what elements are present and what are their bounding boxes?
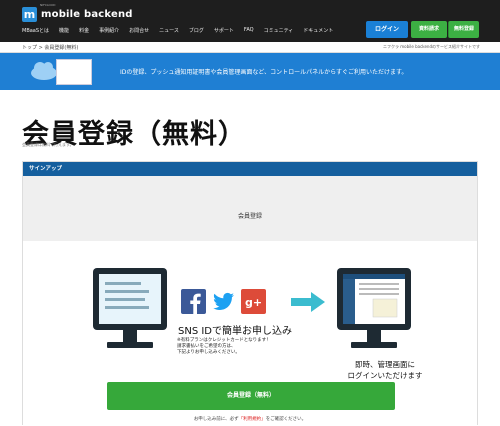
- nav-item-contact[interactable]: お問合せ: [129, 27, 149, 34]
- logo[interactable]: m mobile backend: [22, 7, 133, 22]
- logo-subtext: NIFCLOUD: [40, 3, 56, 7]
- payment-note: ※有料プランはクレジットカードとなります！ 請求書払いをご希望の方は、 下記より…: [177, 338, 317, 356]
- terms-suffix: をご確認ください。: [265, 417, 307, 422]
- dashboard-thumbnail: [56, 59, 92, 85]
- terms-notice: お申し込み前に、必ず「利用規約」をご確認ください。: [23, 416, 477, 422]
- terms-prefix: お申し込み前に、必ず: [193, 417, 239, 422]
- arrow-right-icon: [291, 292, 325, 312]
- page-subtitle: 会員登録は無料で行えます。: [22, 142, 74, 147]
- terms-link[interactable]: 「利用規約」: [239, 417, 266, 422]
- nav-item-features[interactable]: 機能: [59, 27, 69, 34]
- facebook-icon[interactable]: [181, 289, 206, 314]
- panel-body: 会員登録 g+ SNS IDで簡単お申し込み ※有料プランはクレジットカードとな…: [23, 176, 477, 426]
- instant-login-line: ログインいただけます: [347, 371, 423, 380]
- cloud-icon: [31, 62, 57, 80]
- google-plus-icon[interactable]: g+: [241, 289, 266, 314]
- nav-item-about[interactable]: MBaaSとは: [22, 27, 49, 34]
- login-button[interactable]: ログイン: [366, 21, 408, 38]
- main-nav: MBaaSとは 機能 料金 事例紹介 お問合せ ニュース ブログ サポート FA…: [22, 27, 333, 34]
- monitor-icon: [93, 268, 167, 348]
- banner-text: IDの登録、プッシュ通知用証明書や会員管理画面など、コントロールパネルからすぐご…: [120, 69, 408, 76]
- top-navigation: m mobile backend NIFCLOUD MBaaSとは 機能 料金 …: [0, 0, 500, 42]
- note-line[interactable]: 下記よりお申し込みください。: [177, 350, 317, 356]
- panel-header: サインアップ: [23, 162, 477, 176]
- panel-title: 会員登録: [237, 213, 262, 220]
- instant-login-text: 即時、管理画面に ログインいただけます: [335, 359, 435, 381]
- free-signup-button[interactable]: 無料登録: [448, 21, 479, 38]
- svg-text:g+: g+: [245, 296, 262, 309]
- nav-item-pricing[interactable]: 料金: [79, 27, 89, 34]
- logo-mark: m: [22, 7, 37, 22]
- twitter-icon[interactable]: [211, 289, 236, 314]
- social-icons: g+: [181, 289, 266, 314]
- nav-item-community[interactable]: コミュニティ: [264, 27, 294, 34]
- breadcrumb-bar: トップ > 会員登録(無料) ニフクラ mobile backendのサービス紹…: [0, 42, 500, 53]
- request-docs-button[interactable]: 資料請求: [411, 21, 447, 38]
- site-description: ニフクラ mobile backendのサービス紹介サイトです: [382, 44, 480, 49]
- instant-login-line: 即時、管理画面に: [355, 360, 415, 369]
- signup-panel: サインアップ 会員登録 g+ SNS IDで簡単お申し込み ※有料プランはクレジ…: [22, 161, 478, 426]
- nav-item-cases[interactable]: 事例紹介: [99, 27, 119, 34]
- nav-item-news[interactable]: ニュース: [159, 27, 179, 34]
- register-free-button[interactable]: 会員登録（無料）: [107, 382, 395, 410]
- logo-text: mobile backend: [41, 9, 133, 20]
- breadcrumb[interactable]: トップ > 会員登録(無料): [22, 44, 78, 51]
- monitor-icon-dashboard: [337, 268, 411, 348]
- promo-banner[interactable]: IDの登録、プッシュ通知用証明書や会員管理画面など、コントロールパネルからすぐご…: [0, 53, 500, 90]
- nav-item-faq[interactable]: FAQ: [244, 27, 254, 34]
- nav-item-support[interactable]: サポート: [214, 27, 234, 34]
- nav-item-docs[interactable]: ドキュメント: [303, 27, 333, 34]
- sns-signup-title: SNS IDで簡単お申し込み: [178, 326, 293, 337]
- nav-item-blog[interactable]: ブログ: [189, 27, 204, 34]
